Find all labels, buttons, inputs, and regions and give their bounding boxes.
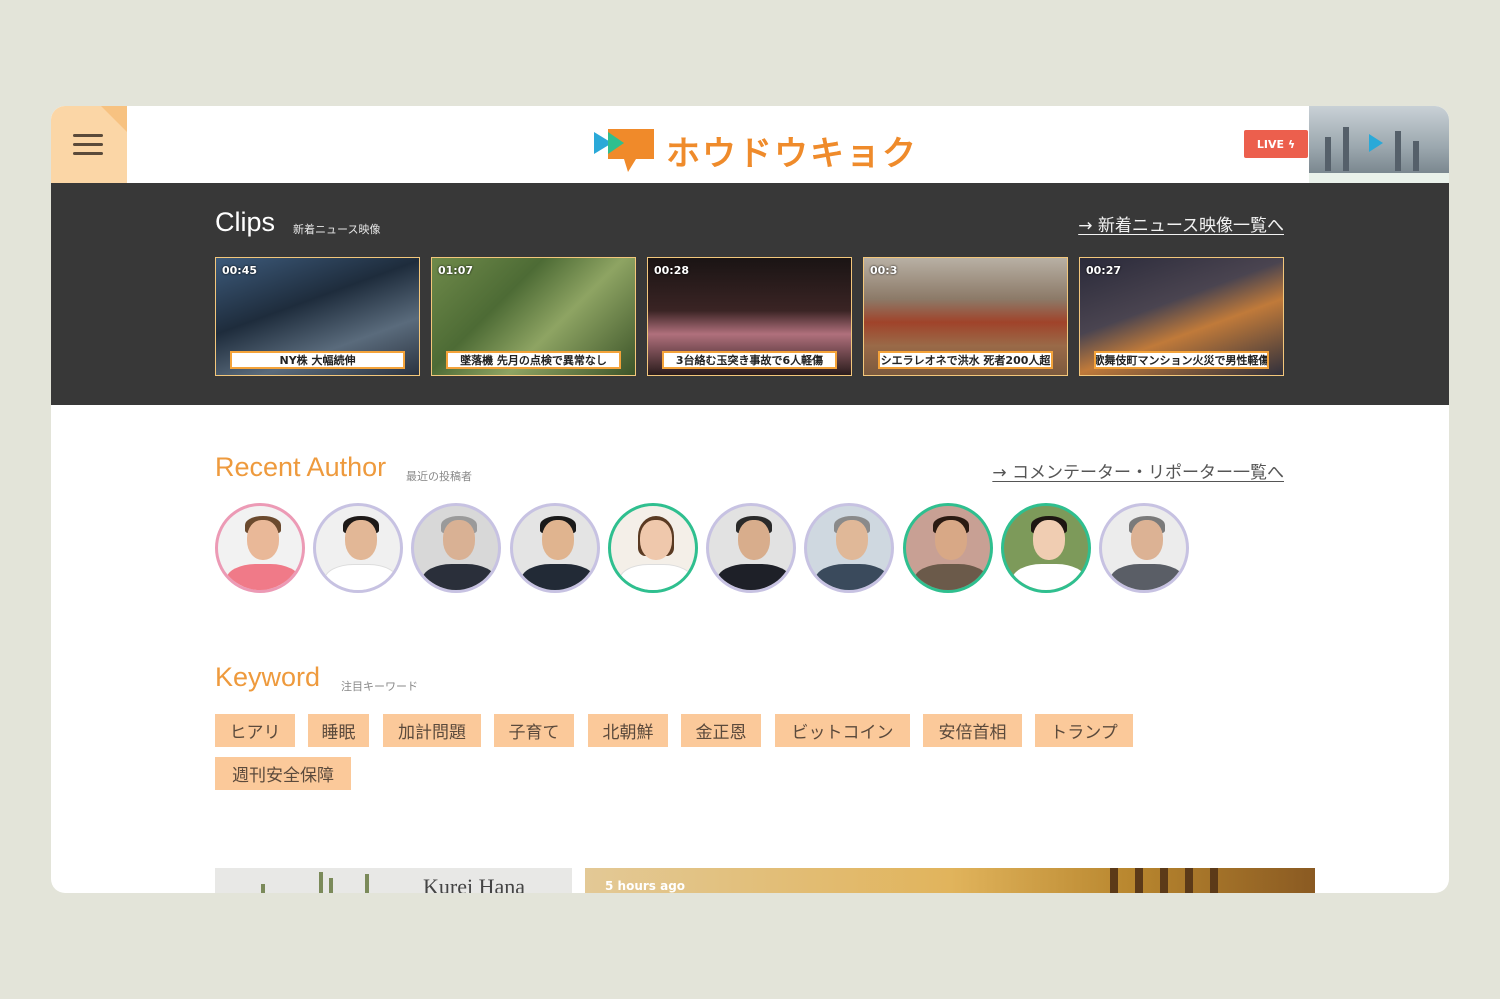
keyword-tag[interactable]: 北朝鮮 xyxy=(588,714,668,747)
live-stream-thumbnail[interactable] xyxy=(1309,106,1449,183)
app-frame: ホウドウキョク LIVE ϟ Clips 新着ニュース映像 → 新着ニュース映像… xyxy=(51,106,1449,893)
live-button[interactable]: LIVE ϟ xyxy=(1244,130,1308,158)
avatar-body xyxy=(914,564,988,590)
keyword-tag[interactable]: ビットコイン xyxy=(775,714,910,747)
avatar-body xyxy=(422,564,496,590)
wood-post xyxy=(1160,868,1168,893)
keyword-tag[interactable]: ヒアリ xyxy=(215,714,295,747)
commentator-list-link[interactable]: → コメンテーター・リポーター一覧へ xyxy=(992,458,1284,483)
avatar-body xyxy=(815,564,889,590)
keyword-tag[interactable]: 睡眠 xyxy=(308,714,369,747)
hamburger-icon-bar xyxy=(73,143,103,146)
plant-stem xyxy=(329,878,333,893)
clip-caption: シエラレオネで洪水 死者200人超 xyxy=(878,351,1053,369)
avatar[interactable] xyxy=(1099,503,1189,593)
avatar-face xyxy=(542,520,574,560)
clip-caption: 3台絡む玉突き事故で6人軽傷 xyxy=(662,351,837,369)
keyword-tag[interactable]: 週刊安全保障 xyxy=(215,757,351,790)
hamburger-icon-bar xyxy=(73,152,103,155)
avatar[interactable] xyxy=(313,503,403,593)
avatar-body xyxy=(226,564,300,590)
clip-duration: 01:07 xyxy=(438,264,474,277)
wood-post xyxy=(1135,868,1143,893)
article-timestamp: 5 hours ago xyxy=(605,879,686,893)
clips-title: Clips xyxy=(215,207,276,237)
avatar-body xyxy=(619,564,693,590)
clip-caption: 歌舞伎町マンション火災で男性軽傷 xyxy=(1094,351,1269,369)
wood-post xyxy=(1185,868,1193,893)
avatar-face xyxy=(247,520,279,560)
avatar-face xyxy=(836,520,868,560)
clip-card[interactable]: 01:07 墜落機 先月の点検で異常なし xyxy=(431,257,636,376)
logo-mark-icon xyxy=(594,129,654,172)
avatar-face xyxy=(345,520,377,560)
avatar[interactable] xyxy=(510,503,600,593)
clip-card[interactable]: 00:28 3台絡む玉突き事故で6人軽傷 xyxy=(647,257,852,376)
plant-stem xyxy=(261,884,265,893)
corner-fold xyxy=(99,106,127,134)
clips-section: Clips 新着ニュース映像 → 新着ニュース映像一覧へ 00:45 NY株 大… xyxy=(51,183,1449,405)
building-shape xyxy=(1395,131,1401,171)
clip-duration: 00:28 xyxy=(654,264,690,277)
clip-card[interactable]: 00:27 歌舞伎町マンション火災で男性軽傷 xyxy=(1079,257,1284,376)
recent-author-title: Recent Author xyxy=(215,452,387,482)
avatar-body xyxy=(324,564,398,590)
avatar[interactable] xyxy=(215,503,305,593)
avatar-face xyxy=(1033,520,1065,560)
avatar-face xyxy=(443,520,475,560)
avatar-face xyxy=(1131,520,1163,560)
clip-caption: NY株 大幅続伸 xyxy=(230,351,405,369)
wood-post xyxy=(1210,868,1218,893)
plant-stem xyxy=(319,872,323,893)
building-shape xyxy=(1343,127,1349,171)
avatar-face xyxy=(640,520,672,560)
menu-button[interactable] xyxy=(51,106,127,183)
keyword-title: Keyword xyxy=(215,662,321,692)
clip-duration: 00:27 xyxy=(1086,264,1122,277)
brand-text: Kurei Hana xyxy=(423,874,526,893)
keyword-tag[interactable]: トランプ xyxy=(1035,714,1133,747)
clips-subtitle: 新着ニュース映像 xyxy=(293,223,381,236)
avatar-body xyxy=(1012,564,1086,590)
wood-post xyxy=(1110,868,1118,893)
hamburger-icon xyxy=(73,134,103,137)
avatar[interactable] xyxy=(903,503,993,593)
avatar-body xyxy=(717,564,791,590)
clip-card[interactable]: 00:3 シエラレオネで洪水 死者200人超 xyxy=(863,257,1068,376)
keyword-subtitle: 注目キーワード xyxy=(341,680,418,693)
clip-caption: 墜落機 先月の点検で異常なし xyxy=(446,351,621,369)
keyword-tag[interactable]: 金正恩 xyxy=(681,714,761,747)
news-ticker xyxy=(1309,173,1449,183)
avatar-face xyxy=(738,520,770,560)
avatar[interactable] xyxy=(804,503,894,593)
keyword-tag[interactable]: 加計問題 xyxy=(383,714,481,747)
avatar[interactable] xyxy=(706,503,796,593)
building-shape xyxy=(1413,141,1419,171)
play-icon xyxy=(1369,134,1383,152)
article-card-left[interactable]: Kurei Hana xyxy=(215,868,572,893)
building-shape xyxy=(1325,137,1331,171)
avatar[interactable] xyxy=(608,503,698,593)
clip-duration: 00:45 xyxy=(222,264,258,277)
logo-text: ホウドウキョク xyxy=(666,133,918,174)
avatar-face xyxy=(935,520,967,560)
plant-stem xyxy=(365,874,369,893)
clips-list-link[interactable]: → 新着ニュース映像一覧へ xyxy=(1078,211,1284,236)
avatar-body xyxy=(1110,564,1184,590)
avatar[interactable] xyxy=(1001,503,1091,593)
keyword-tag[interactable]: 子育て xyxy=(494,714,574,747)
clip-card[interactable]: 00:45 NY株 大幅続伸 xyxy=(215,257,420,376)
site-header: ホウドウキョク LIVE ϟ xyxy=(51,106,1449,183)
recent-author-subtitle: 最近の投稿者 xyxy=(406,470,472,483)
site-logo[interactable]: ホウドウキョク xyxy=(594,126,918,174)
keyword-tag[interactable]: 安倍首相 xyxy=(923,714,1022,747)
article-card-right[interactable]: 5 hours ago xyxy=(585,868,1315,893)
avatar[interactable] xyxy=(411,503,501,593)
clip-duration: 00:3 xyxy=(870,264,898,277)
avatar-body xyxy=(521,564,595,590)
